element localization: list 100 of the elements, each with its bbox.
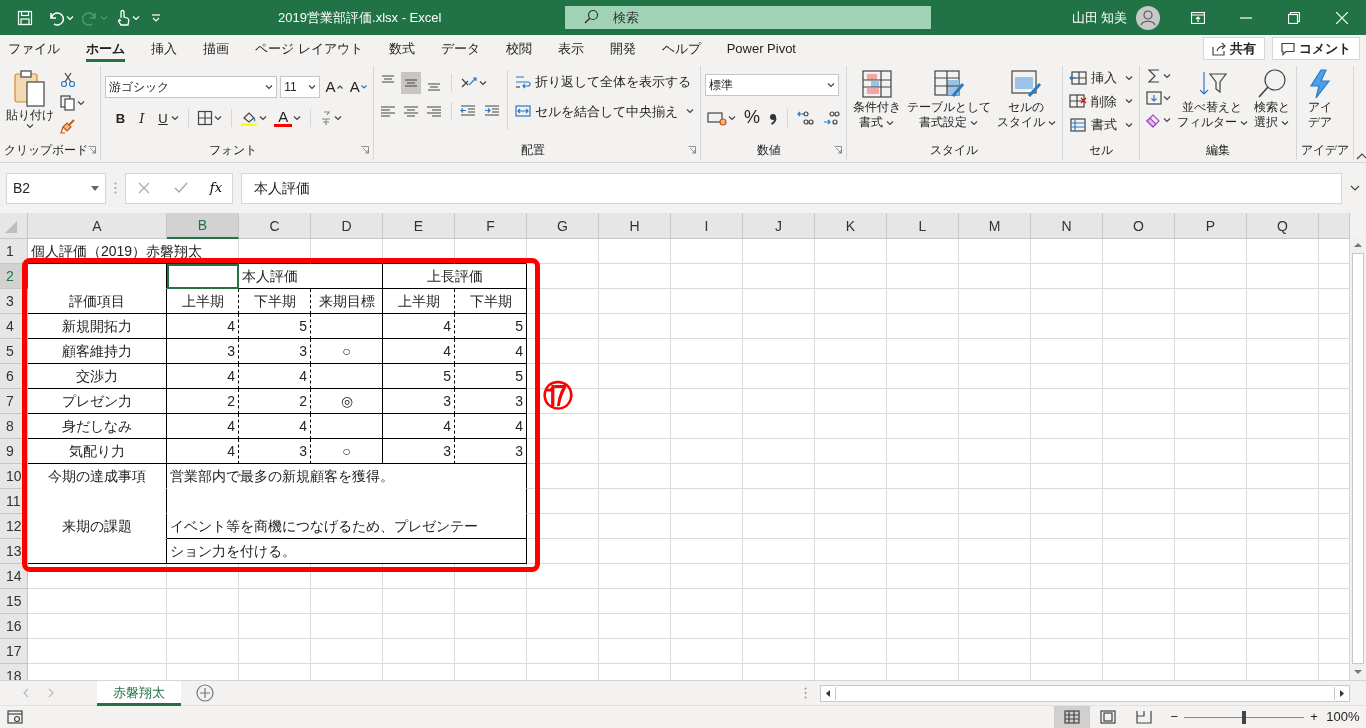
zoom-in-button[interactable]: + xyxy=(1308,705,1320,728)
column-header[interactable]: P xyxy=(1175,213,1247,239)
find-select-button[interactable]: 検索と 選択 xyxy=(1251,66,1292,140)
table-cell: ション力を付ける。 xyxy=(167,539,527,564)
column-header[interactable]: E xyxy=(383,213,455,239)
slider-thumb[interactable] xyxy=(1242,710,1247,724)
column-header[interactable]: H xyxy=(599,213,671,239)
ideas-button[interactable]: アイ デア xyxy=(1300,66,1340,140)
percent-button[interactable]: % xyxy=(741,102,764,133)
name-box[interactable]: B2 xyxy=(6,172,106,204)
down-caret-icon xyxy=(360,85,367,90)
conditional-format-icon xyxy=(860,68,893,100)
column-header[interactable]: F xyxy=(455,213,527,239)
table-cell: プレゼン力 xyxy=(28,389,167,414)
column-header[interactable]: D xyxy=(311,213,383,239)
font-color-button[interactable]: A xyxy=(272,107,304,129)
wrap-text-button[interactable]: 折り返して全体を表示する xyxy=(513,70,696,94)
sheet-tab[interactable]: 赤磐翔太 xyxy=(96,680,181,706)
comment-button[interactable]: コメント xyxy=(1271,37,1360,60)
font-size-dropdown[interactable]: 11 xyxy=(280,76,321,99)
merge-center-button[interactable]: セルを結合して中央揃え xyxy=(513,99,696,123)
font-name-dropdown[interactable]: 游ゴシック xyxy=(105,76,277,99)
table-cell: 4 xyxy=(167,314,239,339)
share-button[interactable]: 共有 xyxy=(1203,37,1265,60)
normal-view-button[interactable] xyxy=(1054,705,1091,728)
column-header[interactable]: A xyxy=(28,213,167,239)
italic-button[interactable]: I xyxy=(132,106,151,130)
ribbon-tab[interactable]: Power Pivot xyxy=(718,35,796,62)
cells-button[interactable]: 挿入 xyxy=(1066,66,1135,90)
shrink-font-button[interactable]: A xyxy=(347,74,369,101)
drag-handle-icon xyxy=(804,687,807,699)
style-button[interactable]: セルの スタイル xyxy=(994,66,1058,140)
table-cell: 上半期 xyxy=(167,289,239,314)
ribbon-tab[interactable]: データ xyxy=(432,35,480,62)
paste-button[interactable]: 貼り付け xyxy=(4,66,56,140)
customize-icon xyxy=(150,12,161,23)
caret-icon xyxy=(91,185,99,191)
insert-function-button[interactable]: fx xyxy=(209,178,222,198)
fill-button[interactable] xyxy=(1143,88,1173,108)
zoom-level[interactable]: 100% xyxy=(1326,707,1360,727)
plus-icon xyxy=(195,684,214,702)
ribbon-tab[interactable]: 表示 xyxy=(549,35,584,62)
new-sheet-button[interactable] xyxy=(193,682,216,704)
row-header[interactable]: 17 xyxy=(0,639,28,664)
style-button[interactable]: テーブルとして 書式設定 xyxy=(904,66,993,140)
avatar-icon xyxy=(1135,5,1160,30)
column-header[interactable]: K xyxy=(815,213,887,239)
column-header[interactable]: G xyxy=(527,213,599,239)
column-header[interactable]: Q xyxy=(1247,213,1319,239)
ribbon-tab[interactable]: 校閲 xyxy=(497,35,532,62)
ribbon-tab[interactable]: 開発 xyxy=(601,35,636,62)
column-header[interactable]: B xyxy=(167,213,239,239)
ribbon-tab[interactable]: ファイル xyxy=(0,35,60,62)
number-format-dropdown[interactable]: 標準 xyxy=(704,74,839,96)
active-cell[interactable] xyxy=(167,264,239,289)
row-header[interactable]: 14 xyxy=(0,564,28,589)
ribbon-tab[interactable]: ヘルプ xyxy=(653,35,701,62)
column-header[interactable]: M xyxy=(959,213,1031,239)
column-header[interactable]: I xyxy=(671,213,743,239)
grow-font-button[interactable]: A xyxy=(323,74,345,101)
caret-icon xyxy=(99,14,108,21)
row-header[interactable]: 15 xyxy=(0,589,28,614)
column-header[interactable]: J xyxy=(743,213,815,239)
group-label: 数値 xyxy=(756,142,783,159)
underline-button[interactable]: U xyxy=(154,106,181,130)
redo-icon xyxy=(81,9,98,26)
cells-button[interactable]: 削除 xyxy=(1066,89,1135,113)
table-cell: 営業部内で最多の新規顧客を獲得。 xyxy=(167,464,527,489)
table-cell: 5 xyxy=(455,314,527,339)
style-button[interactable]: 条件付き 書式 xyxy=(850,66,903,140)
column-header[interactable]: C xyxy=(239,213,311,239)
ribbon-tab[interactable]: ページ レイアウト xyxy=(247,35,363,62)
align-middle-button[interactable] xyxy=(401,72,422,94)
zoom-out-button[interactable]: − xyxy=(1168,705,1181,728)
ribbon-tab[interactable]: 描画 xyxy=(195,35,229,62)
check-icon xyxy=(173,182,188,194)
column-header[interactable]: N xyxy=(1031,213,1103,239)
column-header[interactable]: O xyxy=(1103,213,1175,239)
caret-icon xyxy=(26,123,34,129)
align-center-icon xyxy=(403,103,420,119)
row-header[interactable]: 1 xyxy=(0,239,28,264)
horizontal-scrollbar[interactable] xyxy=(820,684,1350,702)
row-header[interactable]: 16 xyxy=(0,614,28,639)
search-field[interactable]: 検索 xyxy=(564,6,931,29)
clipboard-icon xyxy=(13,68,47,108)
ribbon-tab[interactable]: ホーム xyxy=(86,35,125,62)
borders-icon xyxy=(197,110,213,127)
sort-filter-button[interactable]: 並べ替えと フィルター xyxy=(1174,66,1250,140)
formula-field[interactable]: 本人評価 xyxy=(241,172,1342,204)
ribbon-tab[interactable]: 数式 xyxy=(380,35,415,62)
copy-button[interactable] xyxy=(58,93,87,113)
cells-button[interactable]: 書式 xyxy=(1066,113,1135,137)
sum-icon xyxy=(1145,68,1162,84)
ribbon-tab[interactable]: 挿入 xyxy=(143,35,177,62)
page-layout-view-icon xyxy=(1100,710,1117,724)
table-cell: 今期の達成事項 xyxy=(28,464,167,489)
caret-icon xyxy=(77,100,85,106)
column-header[interactable]: L xyxy=(887,213,959,239)
enter-button[interactable] xyxy=(171,180,190,196)
bold-button[interactable]: B xyxy=(111,106,130,130)
